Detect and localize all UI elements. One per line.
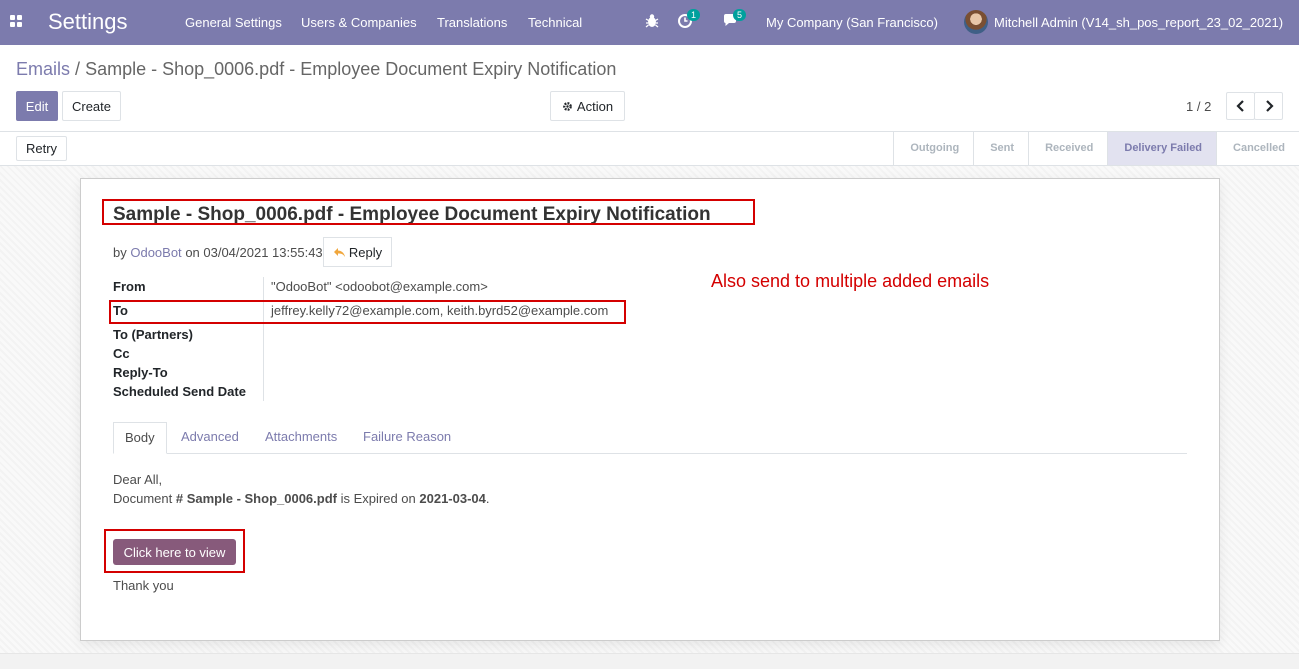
notebook-tabs: Body Advanced Attachments Failure Reason [113,422,1187,454]
stage-sent: Sent [973,132,1028,165]
menu-translations[interactable]: Translations [437,15,507,30]
user-avatar[interactable] [964,10,988,34]
reply-label: Reply [348,244,383,260]
menu-technical[interactable]: Technical [528,15,582,30]
status-stages: Outgoing Sent Received Delivery Failed C… [893,132,1299,165]
tab-body[interactable]: Body [113,422,167,454]
highlight-view-button-box [104,529,245,573]
tab-attachments[interactable]: Attachments [265,422,337,454]
from-label: From [113,279,146,294]
company-switcher[interactable]: My Company (San Francisco) [766,15,938,30]
from-value: "OdooBot" <odoobot@example.com> [271,279,488,294]
stage-received: Received [1028,132,1107,165]
user-menu[interactable]: Mitchell Admin (V14_sh_pos_report_23_02_… [994,15,1283,30]
activity-count-badge: 1 [687,9,701,21]
highlight-subject-box [102,199,755,225]
author-link[interactable]: OdooBot [130,245,181,260]
retry-button[interactable]: Retry [16,136,67,161]
by-prefix: by [113,245,127,260]
bug-icon[interactable] [645,13,659,32]
apps-grid-icon[interactable] [10,15,24,29]
tab-advanced[interactable]: Advanced [181,422,239,454]
breadcrumb: Emails / Sample - Shop_0006.pdf - Employ… [16,59,616,80]
menu-users-companies[interactable]: Users & Companies [301,15,417,30]
reply-button[interactable]: Reply [323,237,392,267]
pager-previous-button[interactable] [1226,92,1255,120]
stage-cancelled: Cancelled [1216,132,1299,165]
create-button[interactable]: Create [62,91,121,121]
breadcrumb-current: Sample - Shop_0006.pdf - Employee Docume… [85,59,617,79]
reply-to-label: Reply-To [113,365,168,380]
sent-date: on 03/04/2021 13:55:43 [185,245,323,260]
body-closing: Thank you [113,578,174,593]
highlight-to-box [109,300,626,324]
to-partners-label: To (Partners) [113,327,193,342]
stage-outgoing: Outgoing [893,132,973,165]
gear-icon [563,101,572,111]
breadcrumb-separator: / [75,59,81,79]
stage-delivery-failed: Delivery Failed [1107,132,1217,165]
chatter-divider [0,653,1299,669]
top-navbar: Settings General Settings Users & Compan… [0,0,1299,45]
activity-clock-icon[interactable]: 1 [677,9,701,32]
chevron-right-icon [1265,100,1274,112]
doc-line-suffix: . [485,491,490,506]
breadcrumb-emails-link[interactable]: Emails [16,59,70,79]
app-title[interactable]: Settings [48,9,128,35]
form-statusbar: Retry Outgoing Sent Received Delivery Fa… [0,132,1299,166]
messages-count-badge: 5 [733,9,747,21]
expiry-date: 2021-03-04 [419,491,486,506]
pager-value[interactable]: 1 / 2 [1186,99,1211,114]
pager-next-button[interactable] [1254,92,1283,120]
menu-general-settings[interactable]: General Settings [185,15,282,30]
chevron-left-icon [1235,100,1244,112]
action-dropdown-button[interactable]: Action [550,91,625,121]
edit-button[interactable]: Edit [16,91,58,121]
annotation-note: Also send to multiple added emails [711,271,990,291]
field-separator [263,277,264,401]
tab-failure-reason[interactable]: Failure Reason [363,422,451,454]
chat-icon[interactable]: 5 [723,9,747,32]
body-greeting: Dear All, [113,472,163,487]
scheduled-send-date-label: Scheduled Send Date [113,384,246,399]
action-label: Action [576,98,614,114]
doc-line-middle: is Expired on [340,491,416,506]
body-document-line: Document # Sample - Shop_0006.pdf is Exp… [113,491,490,506]
doc-reference: # Sample - Shop_0006.pdf [175,491,337,506]
cc-label: Cc [113,346,130,361]
email-byline: by OdooBot on 03/04/2021 13:55:43 [113,245,323,260]
doc-line-prefix: Document [113,491,173,506]
reply-arrow-icon [333,247,345,257]
